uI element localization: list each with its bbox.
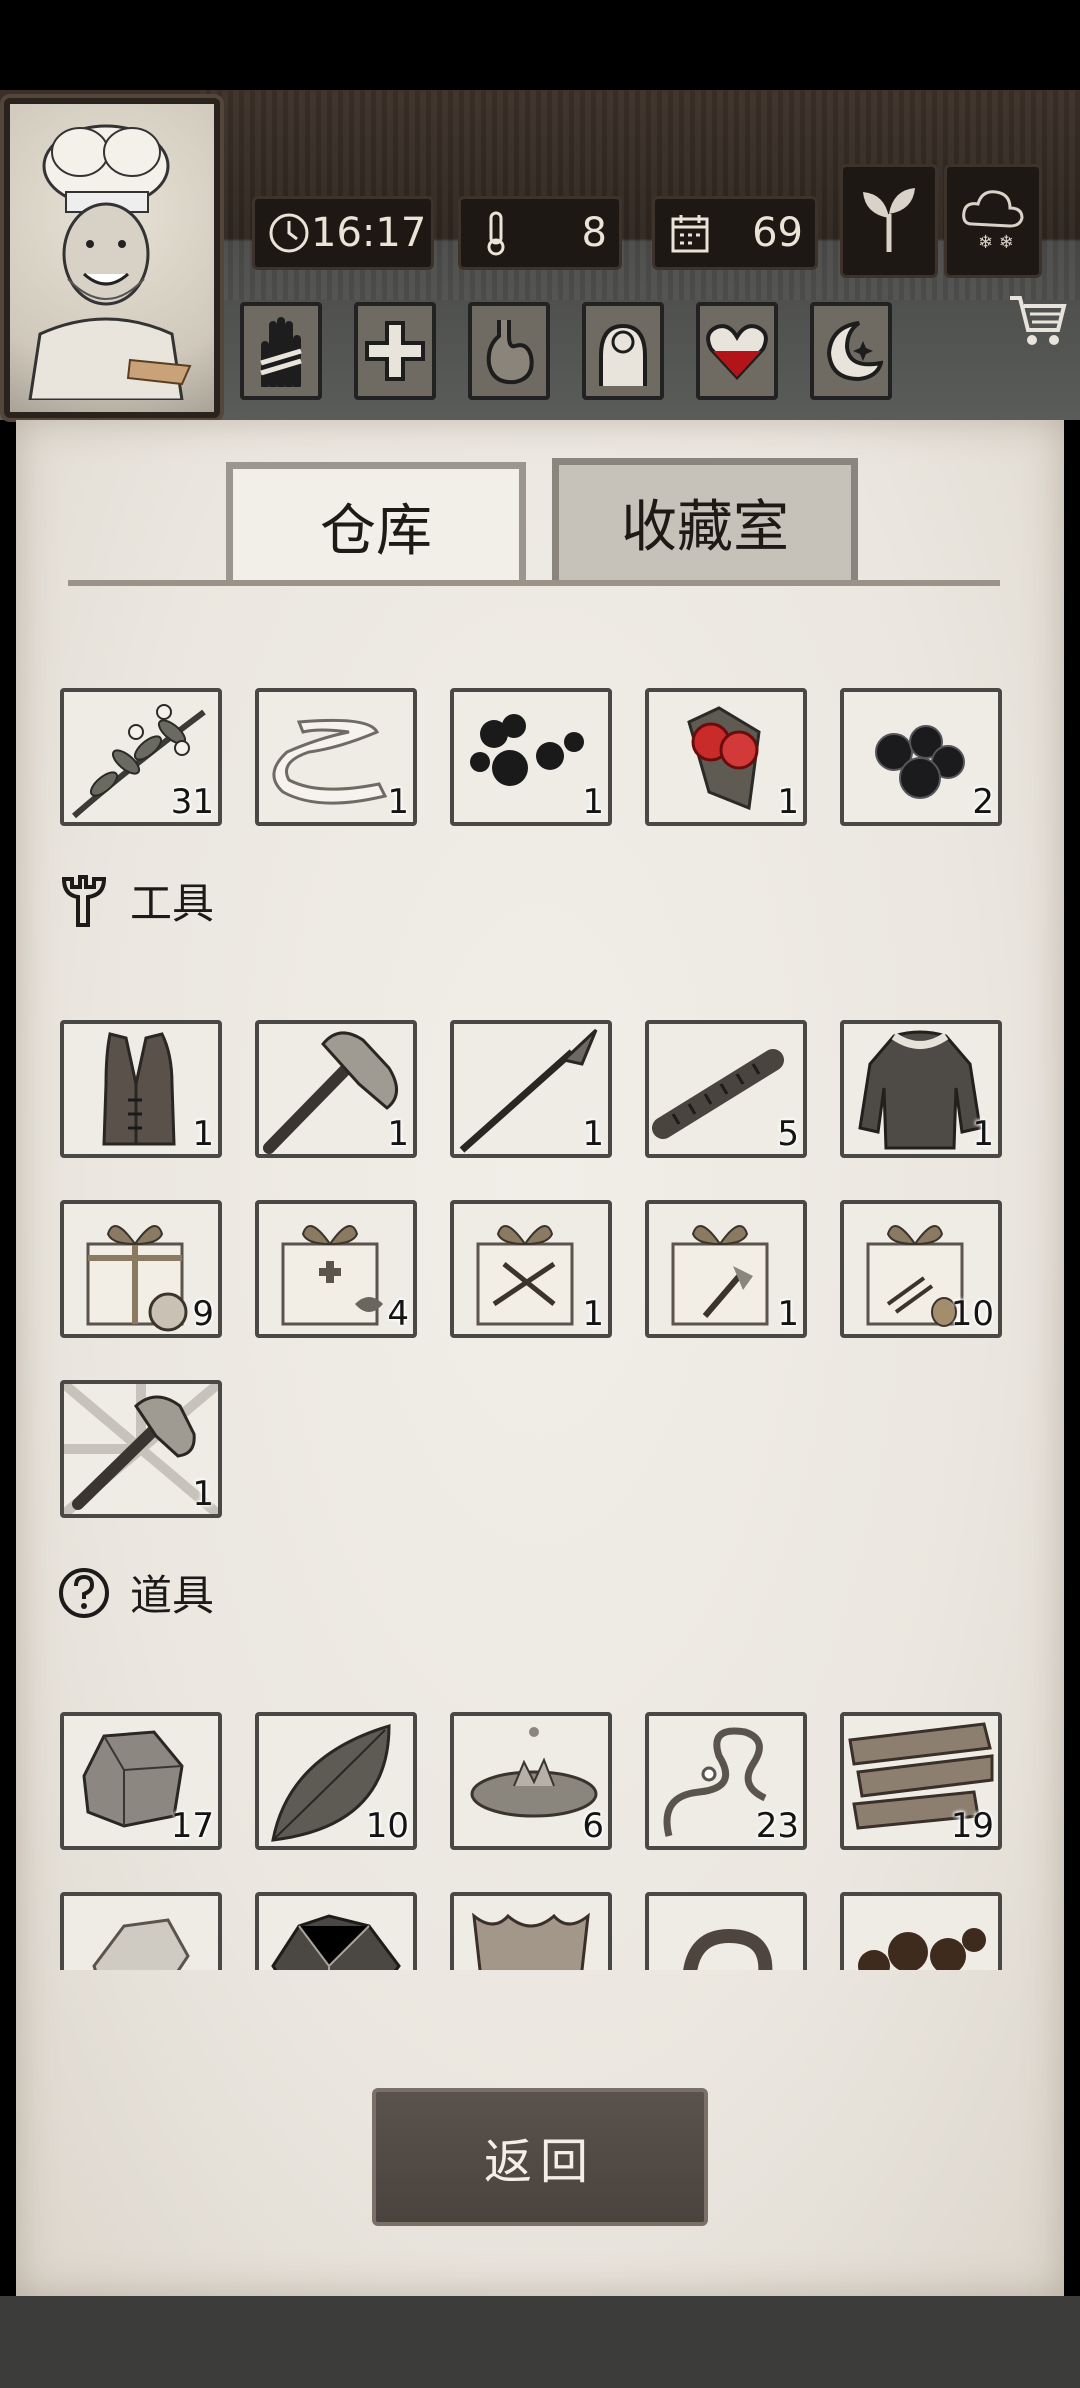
inventory-slot[interactable] [450,1892,612,1970]
inventory-slot[interactable]: 9 [60,1200,222,1338]
stomach-icon[interactable] [468,302,550,400]
item-count: 5 [777,1114,799,1154]
heart-health-icon[interactable] [696,302,778,400]
temperature-display: 8 [458,196,622,270]
item-count: 1 [192,1474,214,1514]
item-count: 2 [972,782,994,822]
calendar-icon [667,210,713,256]
item-count: 1 [582,1294,604,1334]
thermometer-icon [473,210,519,256]
clock-icon [267,210,311,256]
inventory-slot[interactable] [645,1892,807,1970]
day-display: 69 [652,196,818,270]
shop-button[interactable] [1006,290,1070,350]
tab-warehouse-label: 仓库 [320,499,432,564]
item-count: 1 [777,1294,799,1334]
time-display: 16:17 [252,196,434,270]
inventory-slot[interactable]: 19 [840,1712,1002,1850]
inventory-slot[interactable]: 31 [60,688,222,826]
day-value: 69 [752,210,803,256]
inventory-slot[interactable]: 2 [840,688,1002,826]
tab-divider [68,580,1000,586]
inventory-slot[interactable]: 1 [840,1020,1002,1158]
inventory-slot[interactable]: 1 [255,1020,417,1158]
weather-snow-cloud-icon: ❄ ❄ [958,184,1028,258]
ore-icon [271,1914,401,1970]
svg-text:❄ ❄: ❄ ❄ [978,232,1014,253]
item-count: 1 [582,1114,604,1154]
section-tools-header: 工具 [56,870,214,931]
item-count: 31 [170,782,214,822]
item-count: 9 [192,1294,214,1334]
inventory-slot[interactable]: 10 [255,1712,417,1850]
wrench-icon [56,873,112,929]
item-count: 4 [387,1294,409,1334]
chef-avatar[interactable] [4,98,220,418]
inventory-slot[interactable]: 1 [450,1200,612,1338]
rope-icon [683,1928,773,1970]
inventory-slot[interactable] [840,1892,1002,1970]
farming-button[interactable] [840,164,938,278]
back-button[interactable]: 返回 [372,2088,708,2226]
section-tools-label: 工具 [130,879,215,928]
item-count: 17 [170,1806,214,1846]
item-count: 1 [777,782,799,822]
mud-icon [858,1928,986,1970]
inventory-slot[interactable]: 1 [645,1200,807,1338]
inventory-slot[interactable] [255,1892,417,1970]
shopping-cart-icon [1006,296,1070,354]
section-props-header: 道具 [56,1562,214,1623]
inventory-slot[interactable]: 6 [450,1712,612,1850]
inventory-scroll-area[interactable]: 31 1 1 1 2 工具 1 1 1 5 1 9 4 1 1 10 1 道具 … [30,650,1050,1970]
time-value: 16:17 [311,210,427,256]
inventory-slot[interactable] [60,1892,222,1970]
sprout-icon [859,184,919,258]
item-count: 1 [387,782,409,822]
inventory-slot[interactable]: 5 [645,1020,807,1158]
item-count: 1 [387,1114,409,1154]
tab-collection[interactable]: 收藏室 [552,458,858,580]
screen-bottom-edge [0,2296,1080,2388]
tab-collection-label: 收藏室 [621,495,789,560]
head-sanity-icon[interactable] [582,302,664,400]
temperature-value: 8 [581,210,607,256]
back-button-label: 返回 [483,2134,596,2190]
inventory-slot[interactable]: 10 [840,1200,1002,1338]
inventory-slot[interactable]: 1 [60,1020,222,1158]
weather-button[interactable]: ❄ ❄ [944,164,1042,278]
white-stone-icon [92,1918,190,1970]
inventory-slot[interactable]: 23 [645,1712,807,1850]
item-count: 1 [972,1114,994,1154]
medical-cross-icon[interactable] [354,302,436,400]
inventory-slot[interactable]: 4 [255,1200,417,1338]
item-count: 19 [950,1806,994,1846]
item-count: 1 [192,1114,214,1154]
item-count: 10 [365,1806,409,1846]
item-count: 10 [950,1294,994,1334]
inventory-slot[interactable]: 1 [645,688,807,826]
bandaged-hand-icon[interactable] [240,302,322,400]
inventory-slot[interactable]: 1 [450,688,612,826]
hide-icon [472,1912,590,1970]
item-count: 1 [582,782,604,822]
inventory-slot[interactable]: 1 [60,1380,222,1518]
tab-warehouse[interactable]: 仓库 [226,462,526,584]
system-status-bar [0,0,1080,90]
section-props-label: 道具 [130,1571,215,1620]
inventory-slot[interactable]: 17 [60,1712,222,1850]
inventory-slot[interactable]: 1 [255,688,417,826]
survival-status-bar [240,302,900,406]
question-icon [56,1565,112,1621]
inventory-slot[interactable]: 1 [450,1020,612,1158]
moon-sleep-icon[interactable] [810,302,892,400]
item-count: 23 [755,1806,799,1846]
item-count: 6 [582,1806,604,1846]
